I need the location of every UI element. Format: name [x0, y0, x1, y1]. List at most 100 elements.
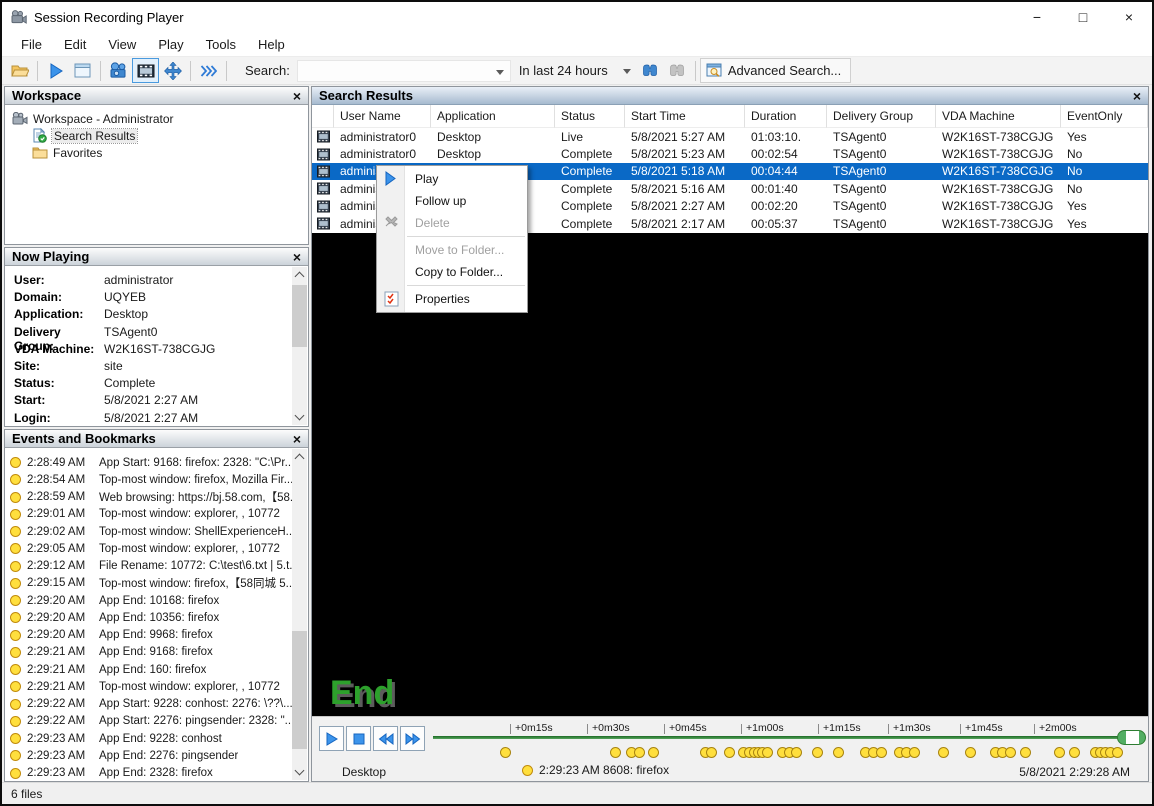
projector-icon[interactable]: [105, 58, 132, 83]
event-marker-dot[interactable]: [1112, 747, 1123, 758]
close-icon[interactable]: ×: [1133, 90, 1141, 102]
context-menu-item-move-to-folder[interactable]: Move to Folder...: [377, 239, 527, 261]
context-menu-item-follow-up[interactable]: Follow up: [377, 190, 527, 212]
event-marker-dot[interactable]: [706, 747, 717, 758]
event-marker-dot[interactable]: [762, 747, 773, 758]
rewind-button[interactable]: [373, 726, 398, 751]
play-button[interactable]: [319, 726, 344, 751]
maximize-button[interactable]: □: [1060, 2, 1106, 32]
event-marker-dot[interactable]: [648, 747, 659, 758]
column-header-event-only[interactable]: EventOnly: [1061, 105, 1148, 128]
timeline-playhead-handle[interactable]: [1117, 730, 1146, 745]
open-folder-icon[interactable]: [6, 58, 33, 83]
event-list-item[interactable]: 2:29:21 AM App End: 9168: firefox: [5, 644, 308, 661]
scroll-up-icon[interactable]: [295, 272, 305, 282]
event-marker-dot[interactable]: [500, 747, 511, 758]
event-list-item[interactable]: 2:28:54 AM Top-most window: firefox, Moz…: [5, 471, 308, 488]
menu-item[interactable]: File: [10, 34, 53, 55]
event-marker-dot[interactable]: [791, 747, 802, 758]
column-header-vda-machine[interactable]: VDA Machine: [936, 105, 1061, 128]
advanced-search-button[interactable]: Advanced Search...: [700, 58, 851, 83]
event-marker-dot[interactable]: [938, 747, 949, 758]
context-menu-item-copy-to-folder[interactable]: Copy to Folder...: [377, 261, 527, 283]
scrollbar-thumb[interactable]: [292, 631, 307, 749]
more-chevrons-icon[interactable]: [195, 58, 222, 83]
menu-item[interactable]: Edit: [53, 34, 97, 55]
column-header-application[interactable]: Application: [431, 105, 555, 128]
event-marker-dot[interactable]: [876, 747, 887, 758]
scroll-down-icon[interactable]: [295, 411, 305, 421]
event-list-item[interactable]: 2:29:23 AM App End: 2328: firefox: [5, 765, 308, 782]
scrollbar-thumb[interactable]: [292, 285, 307, 347]
find-icon[interactable]: [637, 58, 664, 83]
event-list-item[interactable]: 2:28:59 AM Web browsing: https://bj.58.c…: [5, 489, 308, 506]
event-marker-dot[interactable]: [724, 747, 735, 758]
event-time: 2:29:05 AM: [27, 543, 99, 555]
event-marker-dot[interactable]: [812, 747, 823, 758]
tree-item-search-results[interactable]: Search Results: [5, 127, 308, 144]
event-list-item[interactable]: 2:28:49 AM App Start: 9168: firefox: 232…: [5, 454, 308, 471]
new-window-icon[interactable]: [69, 58, 96, 83]
menu-item[interactable]: Tools: [195, 34, 247, 55]
event-list-item[interactable]: 2:29:21 AM App End: 160: firefox: [5, 661, 308, 678]
event-marker-dot[interactable]: [833, 747, 844, 758]
stop-button[interactable]: [346, 726, 371, 751]
timeline-track[interactable]: [433, 736, 1140, 739]
column-header-delivery-group[interactable]: Delivery Group: [827, 105, 936, 128]
chevron-down-icon[interactable]: [496, 70, 504, 75]
chevron-down-icon[interactable]: [623, 69, 631, 74]
tree-item-workspace-root[interactable]: Workspace - Administrator: [5, 110, 308, 127]
event-marker-dot[interactable]: [1020, 747, 1031, 758]
event-marker-dot[interactable]: [1005, 747, 1016, 758]
events-scrollbar[interactable]: [292, 449, 307, 780]
event-list-item[interactable]: 2:29:21 AM Top-most window: explorer, , …: [5, 678, 308, 695]
search-input[interactable]: [297, 60, 511, 82]
column-header-status[interactable]: Status: [555, 105, 625, 128]
event-list-item[interactable]: 2:29:20 AM App End: 10168: firefox: [5, 592, 308, 609]
event-marker-dot[interactable]: [1054, 747, 1065, 758]
event-list-item[interactable]: 2:29:23 AM App End: 9228: conhost: [5, 730, 308, 747]
column-header-duration[interactable]: Duration: [745, 105, 827, 128]
play-icon[interactable]: [42, 58, 69, 83]
tree-item-favorites[interactable]: Favorites: [5, 144, 308, 161]
event-list-item[interactable]: 2:29:15 AM Top-most window: firefox,【58同…: [5, 575, 308, 592]
filmstrip-icon[interactable]: [132, 58, 159, 83]
close-button[interactable]: ×: [1106, 2, 1152, 32]
table-row[interactable]: administrator0 Desktop Live 5/8/2021 5:2…: [312, 128, 1148, 145]
app-camera-icon: [11, 10, 27, 24]
event-list-item[interactable]: 2:29:23 AM App End: 2276: pingsender: [5, 747, 308, 764]
scroll-down-icon[interactable]: [295, 766, 305, 776]
event-marker-dot[interactable]: [634, 747, 645, 758]
now-playing-scrollbar[interactable]: [292, 267, 307, 425]
event-marker-dot[interactable]: [909, 747, 920, 758]
event-list-item[interactable]: 2:29:22 AM App Start: 9228: conhost: 227…: [5, 696, 308, 713]
fast-forward-button[interactable]: [400, 726, 425, 751]
close-icon[interactable]: ×: [293, 433, 301, 445]
toolbar-separator: [695, 61, 696, 81]
menu-item[interactable]: Help: [247, 34, 296, 55]
context-menu-item-properties[interactable]: Properties: [377, 288, 527, 310]
event-marker-dot[interactable]: [1069, 747, 1080, 758]
event-list-item[interactable]: 2:29:12 AM File Rename: 10772: C:\test\6…: [5, 558, 308, 575]
event-list-item[interactable]: 2:29:22 AM App Start: 2276: pingsender: …: [5, 713, 308, 730]
context-menu-item-play[interactable]: Play: [377, 168, 527, 190]
event-list-item[interactable]: 2:29:01 AM Top-most window: explorer, , …: [5, 506, 308, 523]
event-list-item[interactable]: 2:29:02 AM Top-most window: ShellExperie…: [5, 523, 308, 540]
menu-item[interactable]: View: [97, 34, 147, 55]
context-menu-item-delete[interactable]: Delete: [377, 212, 527, 234]
menu-item[interactable]: Play: [147, 34, 194, 55]
close-icon[interactable]: ×: [293, 90, 301, 102]
event-list-item[interactable]: 2:29:05 AM Top-most window: explorer, , …: [5, 540, 308, 557]
column-header-start-time[interactable]: Start Time: [625, 105, 745, 128]
time-filter-dropdown[interactable]: In last 24 hours: [513, 60, 637, 82]
event-list-item[interactable]: 2:29:20 AM App End: 10356: firefox: [5, 609, 308, 626]
close-icon[interactable]: ×: [293, 251, 301, 263]
minimize-button[interactable]: −: [1014, 2, 1060, 32]
event-marker-dot[interactable]: [610, 747, 621, 758]
scroll-up-icon[interactable]: [295, 454, 305, 464]
column-header-user[interactable]: User Name: [334, 105, 431, 128]
table-row[interactable]: administrator0 Desktop Complete 5/8/2021…: [312, 145, 1148, 162]
pan-move-icon[interactable]: [159, 58, 186, 83]
event-marker-dot[interactable]: [965, 747, 976, 758]
event-list-item[interactable]: 2:29:20 AM App End: 9968: firefox: [5, 627, 308, 644]
